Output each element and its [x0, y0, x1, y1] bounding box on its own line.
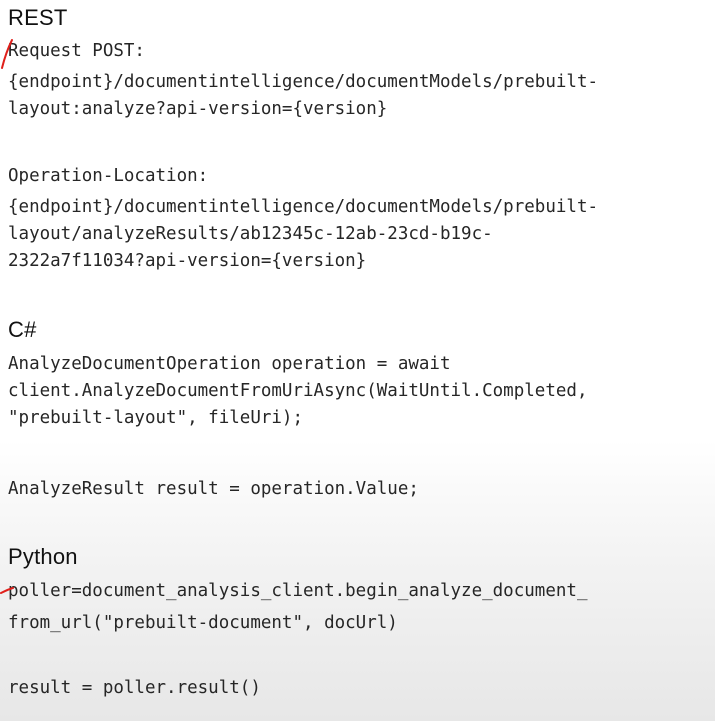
python-result-block: result = poller.result(): [8, 675, 715, 702]
csharp-result-block: AnalyzeResult result = operation.Value;: [8, 476, 715, 503]
operation-location-label: Operation-Location:: [8, 166, 209, 186]
operation-url-line-3: 2322a7f11034?api-version={version}: [8, 251, 367, 271]
csharp-line-4: AnalyzeResult result = operation.Value;: [8, 479, 419, 499]
python-heading: Python: [8, 544, 78, 569]
python-section: Python: [8, 545, 715, 569]
operation-url-line-2: layout/analyzeResults/ab12345c-12ab-23cd…: [8, 224, 493, 244]
python-line-2: from_url("prebuilt-document", docUrl): [8, 613, 398, 633]
csharp-code-block: AnalyzeDocumentOperation operation = awa…: [8, 351, 715, 432]
operation-url-line-1: {endpoint}/documentintelligence/document…: [8, 197, 599, 217]
request-label: Request POST:: [8, 41, 145, 61]
rest-heading: REST: [8, 5, 68, 30]
csharp-line-1: AnalyzeDocumentOperation operation = awa…: [8, 354, 451, 374]
request-url-line-2: layout:analyze?api-version={version}: [8, 99, 388, 119]
rest-operation-block: Operation-Location: {endpoint}/documenti…: [8, 163, 715, 275]
python-line-3: result = poller.result(): [8, 678, 261, 698]
python-code-block: poller=document_analysis_client.begin_an…: [8, 578, 715, 637]
request-url-line-1: {endpoint}/documentintelligence/document…: [8, 72, 599, 92]
rest-request-block: Request POST: {endpoint}/documentintelli…: [8, 38, 715, 123]
rest-section: REST: [8, 6, 715, 30]
csharp-section: C#: [8, 318, 715, 342]
csharp-heading: C#: [8, 317, 37, 342]
csharp-line-3: "prebuilt-layout", fileUri);: [8, 408, 304, 428]
csharp-line-2: client.AnalyzeDocumentFromUriAsync(WaitU…: [8, 381, 588, 401]
python-line-1: poller=document_analysis_client.begin_an…: [8, 581, 588, 601]
